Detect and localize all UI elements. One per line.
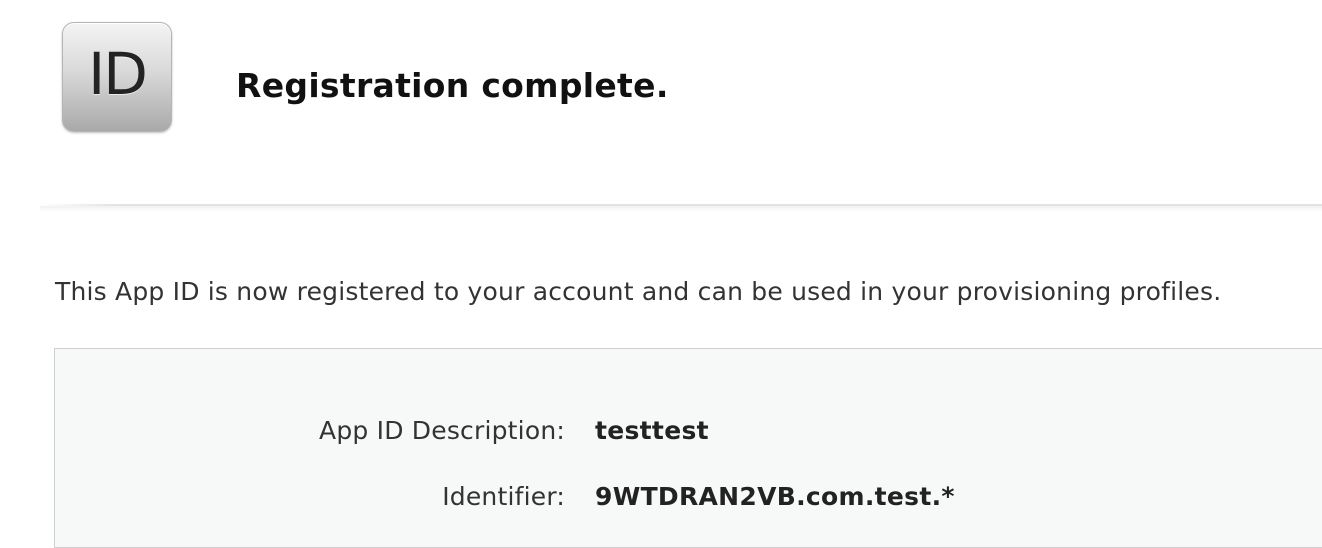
app-id-icon-label: ID <box>88 40 148 108</box>
identifier-value: 9WTDRAN2VB.com.test.* <box>595 481 955 511</box>
app-id-icon: ID <box>62 22 172 132</box>
registration-message: This App ID is now registered to your ac… <box>55 277 1222 306</box>
identifier-label: Identifier: <box>442 481 565 511</box>
app-id-details-panel: App ID Description: testtest Identifier:… <box>54 348 1322 548</box>
page-title: Registration complete. <box>236 66 669 105</box>
detail-row-identifier: Identifier: 9WTDRAN2VB.com.test.* <box>55 479 1322 513</box>
app-id-description-value: testtest <box>595 415 709 445</box>
detail-row-description: App ID Description: testtest <box>55 413 1322 447</box>
app-id-description-label: App ID Description: <box>319 415 565 445</box>
header-divider <box>40 204 1322 212</box>
